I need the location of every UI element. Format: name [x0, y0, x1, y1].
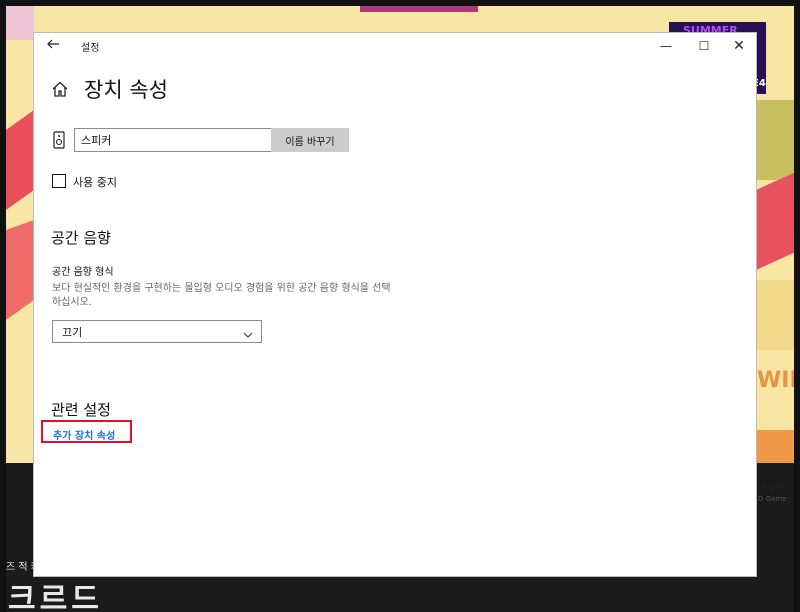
rename-button[interactable]: 이름 바꾸기	[271, 128, 349, 152]
screen-frame-top	[0, 0, 800, 6]
home-icon[interactable]	[51, 80, 69, 98]
app-title: 설정	[81, 43, 100, 54]
maximize-button[interactable]: ☐	[687, 35, 721, 57]
spatial-format-label: 공간 음향 형식	[52, 267, 114, 278]
close-button[interactable]: ✕	[722, 35, 756, 57]
bg-steam-text: team/	[757, 481, 790, 494]
page-title: 장치 속성	[84, 78, 168, 102]
disable-checkbox[interactable]	[52, 174, 66, 188]
speaker-icon	[52, 131, 66, 149]
additional-device-properties-link[interactable]: 추가 장치 속성	[53, 427, 115, 442]
minimize-button[interactable]: —	[649, 35, 683, 57]
dropdown-selected-value: 끄기	[62, 326, 83, 339]
disable-label: 사용 중지	[73, 176, 117, 189]
screen-frame-right	[794, 0, 800, 612]
settings-window: 설정 — ☐ ✕ 장치 속성 이름 바꾸기 사용 중지 공간 음향 공간 음향 …	[34, 33, 756, 576]
chevron-down-icon	[243, 325, 253, 338]
spatial-description: 보다 현실적인 환경을 구현하는 몰입형 오디오 경험을 위한 공간 음향 형식…	[52, 283, 391, 308]
title-bar: 설정 — ☐ ✕	[34, 33, 756, 59]
bg-stripe-left	[6, 110, 34, 210]
bg-steam-sub: D Game	[758, 495, 787, 503]
spatial-sound-heading: 공간 음향	[51, 229, 111, 247]
bg-big-glyph: 크르드	[8, 582, 103, 612]
related-settings-heading: 관련 설정	[51, 401, 111, 419]
bg-stripe-left2	[6, 220, 34, 320]
back-arrow-icon[interactable]	[44, 37, 62, 55]
spatial-format-dropdown[interactable]: 끄기	[52, 320, 262, 343]
screen-frame-left	[0, 0, 6, 612]
device-name-input[interactable]	[74, 128, 275, 152]
